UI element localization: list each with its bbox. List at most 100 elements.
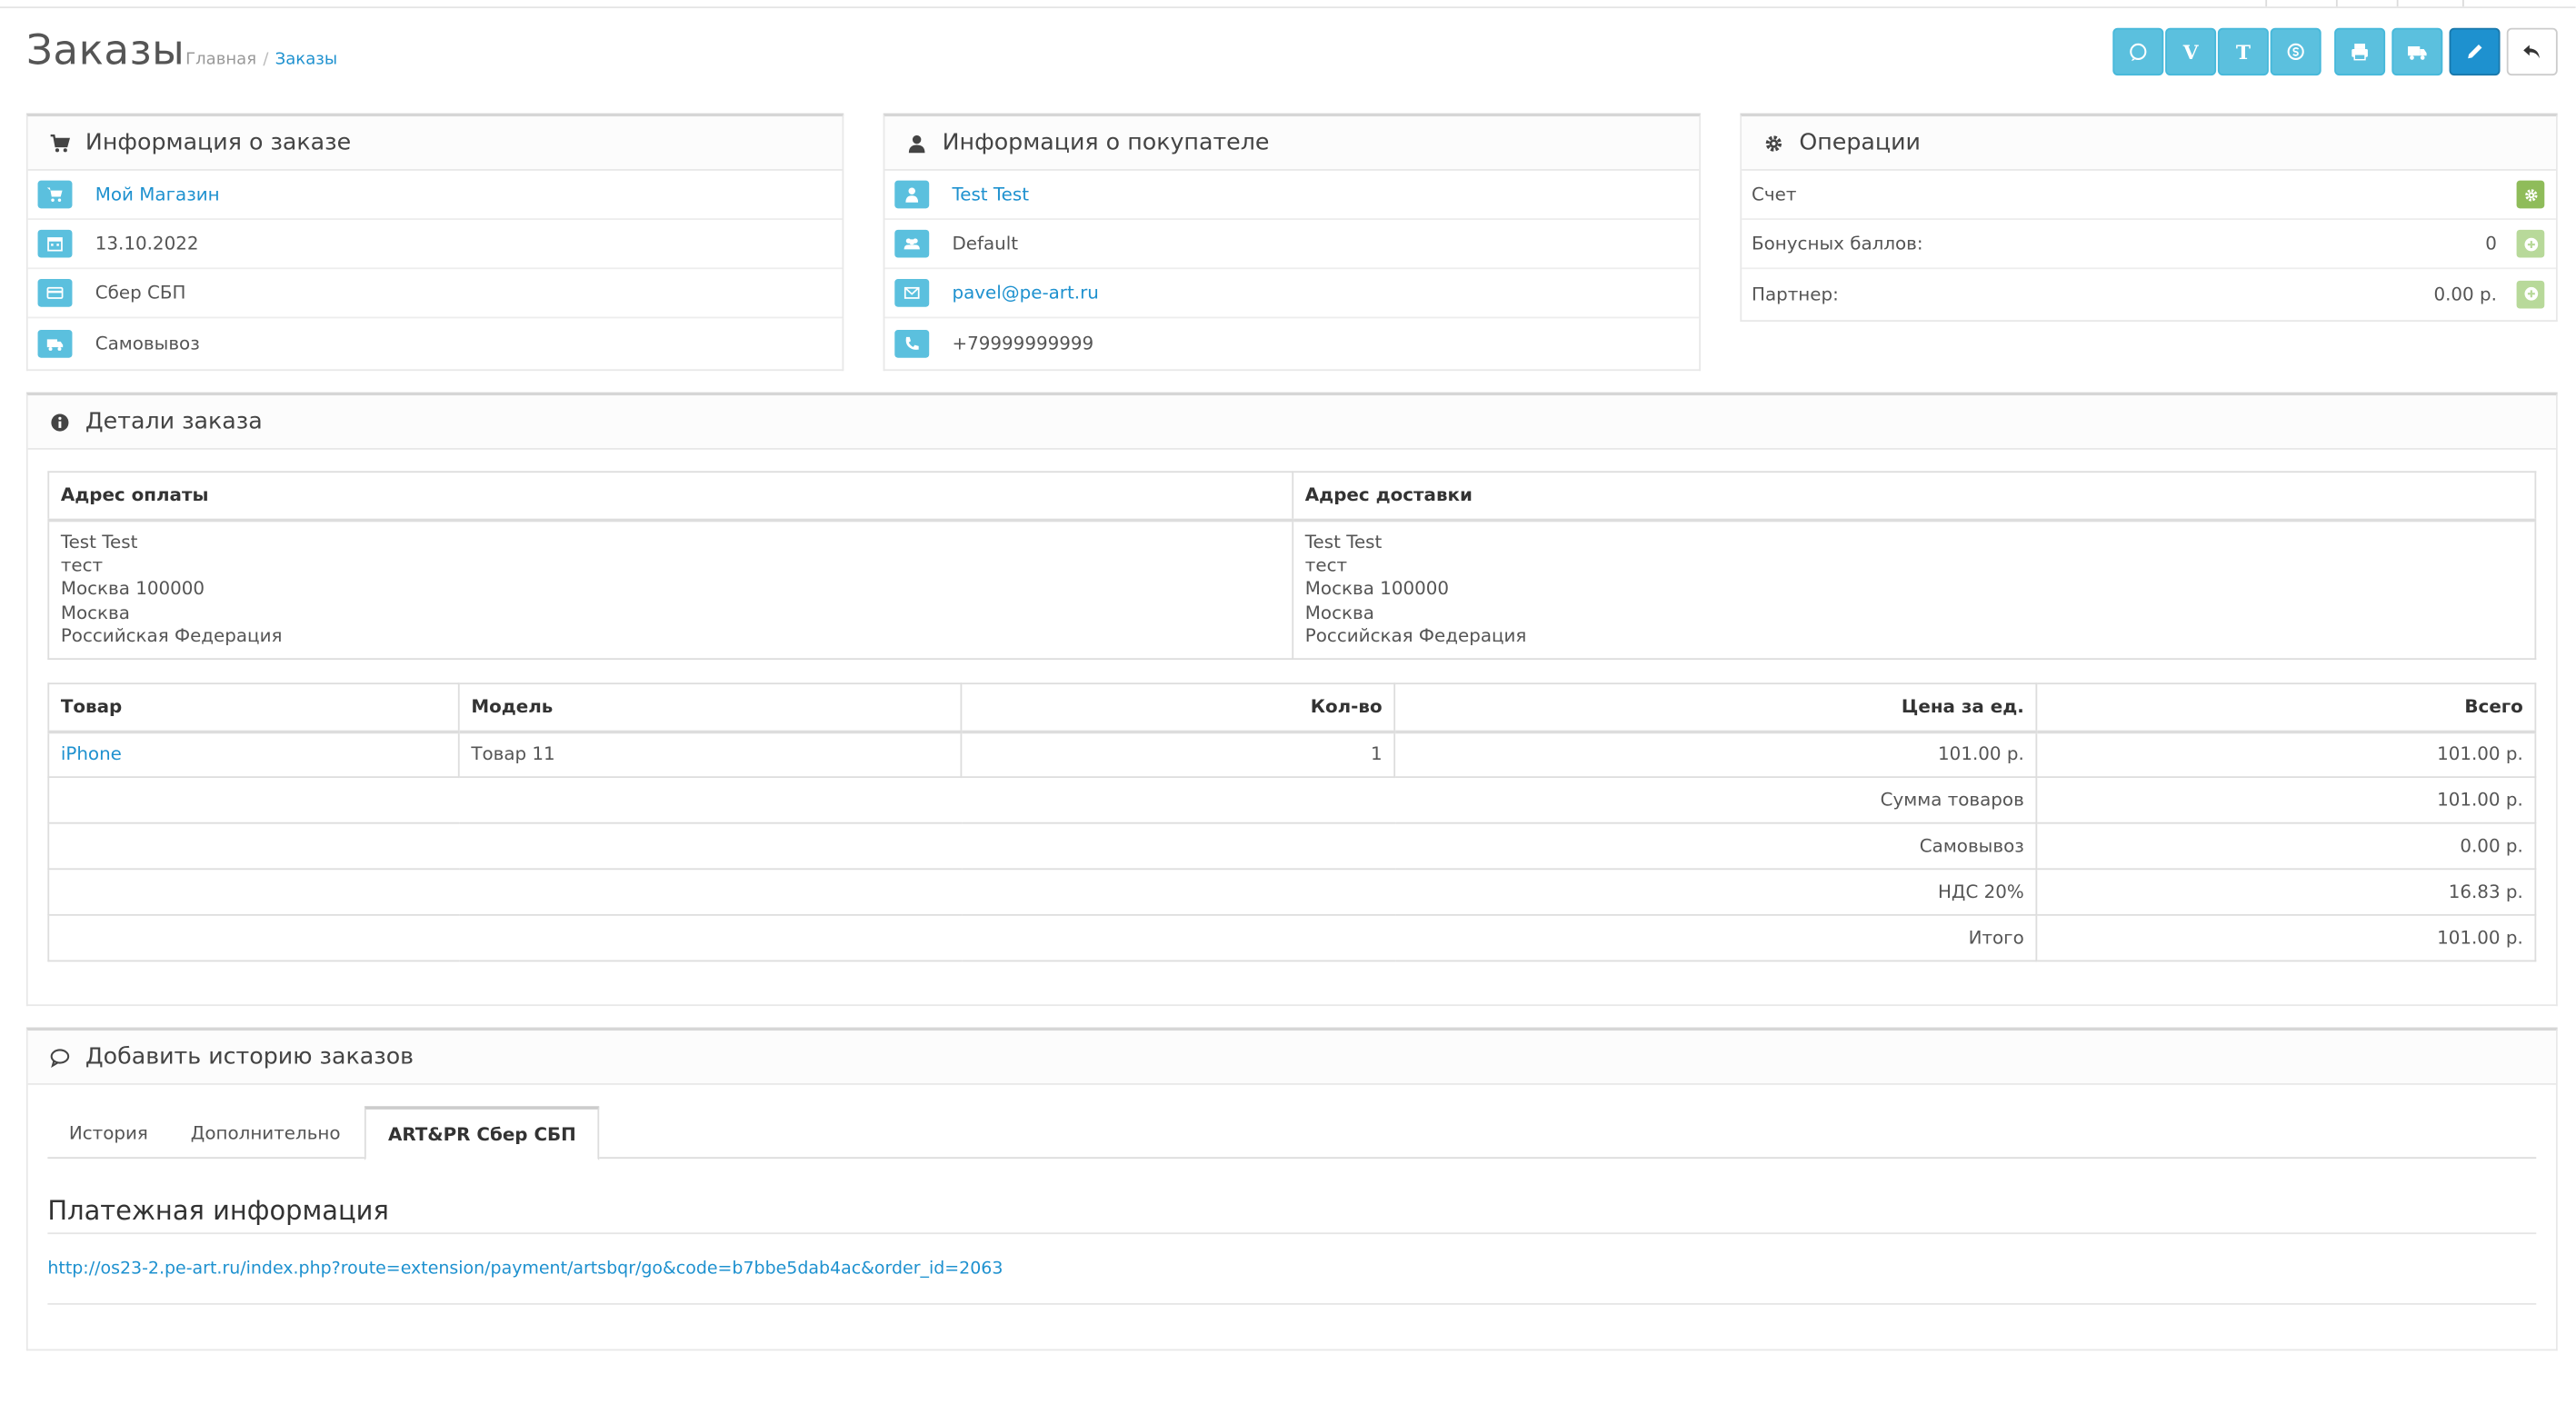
product-name-cell: iPhone [47, 730, 460, 779]
operations-panel: Операции Счет Бонусных баллов: 0 Партнер… [1740, 113, 2558, 322]
order-info-panel: Информация о заказе Мой Магазин 13.10.20… [25, 113, 844, 372]
shipping-address-line: Российская Федерация [1304, 625, 1527, 647]
divider [47, 1302, 2537, 1305]
customer-group: Default [952, 233, 1019, 254]
credit-card-icon [46, 286, 64, 299]
plus-circle-icon [2523, 286, 2538, 301]
shipping-address-line: Test Test [1304, 531, 1383, 553]
print-icon [2351, 44, 2368, 61]
grand-total-label: Итого [47, 913, 2038, 962]
tab-additional[interactable]: Дополнительно [169, 1106, 362, 1159]
order-date: 13.10.2022 [95, 233, 199, 254]
payment-link[interactable]: http://os23-2.pe-art.ru/index.php?route=… [47, 1259, 1003, 1279]
date-button [37, 229, 73, 258]
messenger-toolbar: V T [2112, 27, 2321, 76]
bonus-row: Бонусных баллов: 0 [1742, 220, 2556, 270]
store-link[interactable]: Мой Магазин [95, 184, 220, 204]
payment-address-line: Test Test [60, 531, 138, 553]
totals-row: Итого 101.00 р. [47, 913, 2537, 962]
partner-label: Партнер: [1752, 283, 1839, 305]
breadcrumb-current[interactable]: Заказы [275, 51, 337, 69]
shipping-address-header: Адрес доставки [1292, 471, 2537, 522]
store-button[interactable] [37, 180, 73, 209]
partner-row: Партнер: 0.00 р. [1742, 269, 2556, 318]
whatsapp-icon [2130, 43, 2147, 62]
partner-value: 0.00 р. [2433, 283, 2497, 305]
order-info-title: Информация о заказе [85, 129, 352, 156]
products-table: Товар Модель Кол-во Цена за ед. Всего iP… [47, 682, 2537, 962]
action-toolbar [2332, 27, 2558, 76]
product-link[interactable]: iPhone [61, 744, 122, 765]
viber-icon: V [2182, 40, 2199, 64]
phone-button [894, 329, 930, 357]
canvas: Заказы Главная/Заказы V T Информация о [0, 0, 2576, 1413]
customer-name-link[interactable]: Test Test [952, 184, 1029, 204]
user-icon [904, 131, 927, 154]
invoice-label: Счет [1752, 184, 1797, 205]
print-invoice-button[interactable] [2334, 27, 2386, 76]
pencil-icon [2468, 44, 2482, 59]
tax-label: НДС 20% [47, 868, 2038, 916]
shipping-total-value: 0.00 р. [2035, 822, 2537, 871]
customer-info-title: Информация о покупателе [942, 129, 1270, 156]
product-total: 101.00 р. [2035, 730, 2537, 779]
back-button[interactable] [2506, 27, 2558, 76]
tab-sber-sbp[interactable]: ART&PR Сбер СБП [364, 1106, 600, 1160]
add-bonus-button[interactable] [2516, 229, 2545, 258]
breadcrumb-home[interactable]: Главная [185, 51, 256, 69]
payment-info-title: Платежная информация [47, 1194, 389, 1227]
tab-history[interactable]: История [47, 1106, 169, 1159]
operations-title: Операции [1799, 129, 1921, 156]
email-button [894, 279, 930, 307]
totals-row: НДС 20% 16.83 р. [47, 868, 2537, 916]
whatsapp-button[interactable] [2112, 27, 2164, 76]
user-icon [905, 187, 919, 203]
page-title: Заказы [25, 25, 185, 75]
shipping-total-label: Самовывоз [47, 822, 2038, 871]
top-bar [0, 0, 2576, 9]
history-tabs: История Дополнительно ART&PR Сбер СБП [47, 1106, 2537, 1160]
phone-icon [905, 336, 919, 349]
totals-row: Самовывоз 0.00 р. [47, 822, 2537, 871]
product-qty: 1 [960, 730, 1396, 779]
order-payment-row: Сбер СБП [27, 269, 843, 319]
shipping-address-line: Москва 100000 [1304, 578, 1450, 600]
customer-button[interactable] [894, 180, 930, 209]
product-model: Товар 11 [457, 730, 963, 779]
telegram-button[interactable]: T [2217, 27, 2269, 76]
shipping-address-line: тест [1304, 554, 1348, 576]
payment-address-line: Москва [60, 602, 130, 623]
grand-total-value: 101.00 р. [2035, 913, 2537, 962]
page: Заказы Главная/Заказы V T Информация о [0, 0, 2576, 1414]
totals-row: Сумма товаров 101.00 р. [47, 776, 2537, 824]
shipping-address-line: Москва [1304, 602, 1374, 623]
order-details-title: Детали заказа [85, 408, 263, 435]
customer-phone: +79999999999 [952, 332, 1094, 354]
reply-icon [2523, 45, 2540, 59]
customer-email-row: pavel@pe-art.ru [884, 269, 1700, 319]
generate-invoice-button[interactable] [2516, 180, 2545, 209]
edit-order-button[interactable] [2449, 27, 2501, 76]
order-date-row: 13.10.2022 [27, 220, 843, 270]
payment-address-line: Москва 100000 [60, 578, 205, 600]
history-title: Добавить историю заказов [85, 1043, 414, 1070]
shopping-cart-icon [47, 131, 70, 154]
payment-method: Сбер СБП [95, 282, 186, 304]
order-details-heading: Детали заказа [27, 395, 2556, 450]
total-column-header: Всего [2035, 682, 2537, 733]
customer-email-link[interactable]: pavel@pe-art.ru [952, 283, 1098, 304]
subtotal-value: 101.00 р. [2035, 776, 2537, 824]
calendar-icon [47, 237, 63, 252]
skype-button[interactable] [2270, 27, 2321, 76]
shopping-cart-icon [46, 187, 63, 202]
payment-address-line: тест [60, 554, 104, 576]
payment-button [37, 279, 73, 307]
viber-button[interactable]: V [2165, 27, 2217, 76]
price-column-header: Цена за ед. [1393, 682, 2038, 733]
divider [47, 1232, 2537, 1235]
address-table: Адрес оплаты Адрес доставки Test Test те… [47, 471, 2537, 661]
print-shipping-button[interactable] [2391, 27, 2443, 76]
add-commission-button[interactable] [2516, 279, 2545, 308]
tax-value: 16.83 р. [2035, 868, 2537, 916]
truck-icon [46, 338, 64, 351]
